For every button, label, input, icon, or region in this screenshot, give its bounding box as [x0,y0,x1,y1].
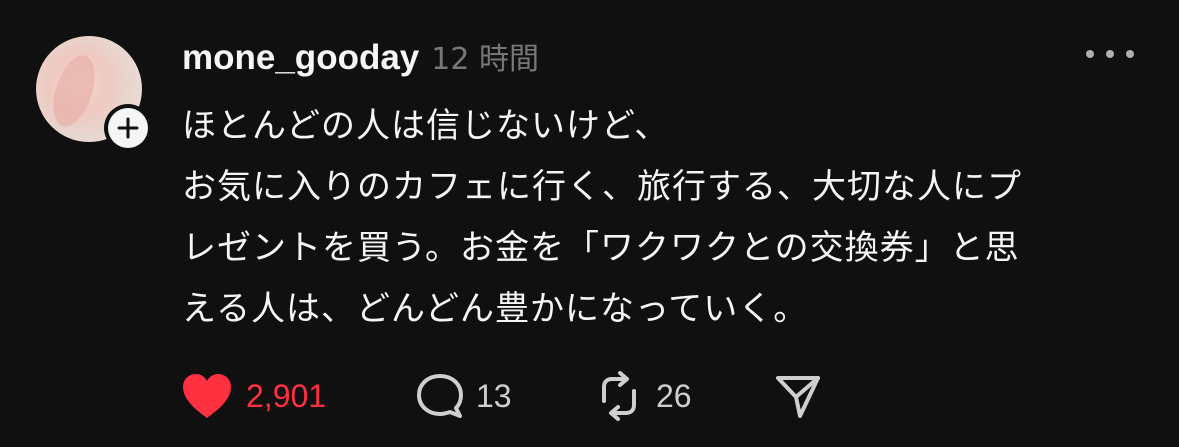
share-button[interactable] [774,372,822,420]
like-count: 2,901 [246,377,327,414]
post-text-line: ほとんどの人は信じないけど、 [182,106,670,146]
more-dots-icon [1126,50,1134,58]
like-button[interactable]: 2,901 [180,372,416,420]
follow-badge[interactable] [104,104,152,152]
username[interactable]: mone_gooday [182,38,419,78]
comment-bubble-icon [417,374,463,418]
action-bar: 2,901 13 26 [180,370,822,422]
plus-icon [117,117,139,139]
more-dots-icon [1086,50,1094,58]
post-text-line: お気に入りのカフェに行く、旅行する、大切な人にプ [182,167,1022,207]
follow-button[interactable] [108,108,148,148]
send-icon [776,376,820,418]
comment-button[interactable]: 13 [416,372,594,420]
post-body: ほとんどの人は信じないけど、 お気に入りのカフェに行く、旅行する、大切な人にプ … [182,96,1142,340]
post-text-line: える人は、どんどん豊かになっていく。 [182,289,809,329]
heart-icon [183,374,231,418]
post-text-line: レゼントを買う。お金を「ワクワクとの交換券」と思 [182,228,1020,268]
repost-icon [602,371,636,421]
repost-button[interactable]: 26 [594,371,774,421]
more-dots-icon [1106,50,1114,58]
avatar-image-detail [45,50,103,132]
more-options-button[interactable] [1086,42,1134,66]
timestamp: 12 時間 [431,42,539,77]
repost-count: 26 [656,377,692,414]
comment-count: 13 [476,377,512,414]
post-header: mone_gooday 12 時間 [182,34,539,78]
